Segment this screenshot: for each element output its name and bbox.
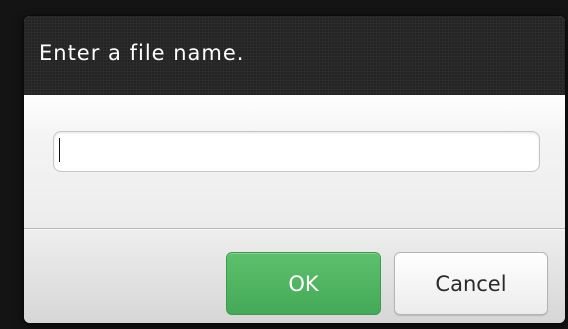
file-name-dialog: Enter a file name. OK Cancel	[24, 16, 565, 323]
ok-button[interactable]: OK	[226, 252, 381, 315]
dialog-body	[24, 95, 565, 229]
dialog-header: Enter a file name.	[24, 16, 565, 95]
cancel-button[interactable]: Cancel	[394, 252, 548, 315]
file-name-input[interactable]	[53, 131, 540, 172]
dialog-title: Enter a file name.	[39, 41, 245, 65]
screen-background: Enter a file name. OK Cancel	[0, 0, 568, 329]
dialog-footer: OK Cancel	[24, 229, 565, 323]
text-cursor	[59, 138, 60, 162]
